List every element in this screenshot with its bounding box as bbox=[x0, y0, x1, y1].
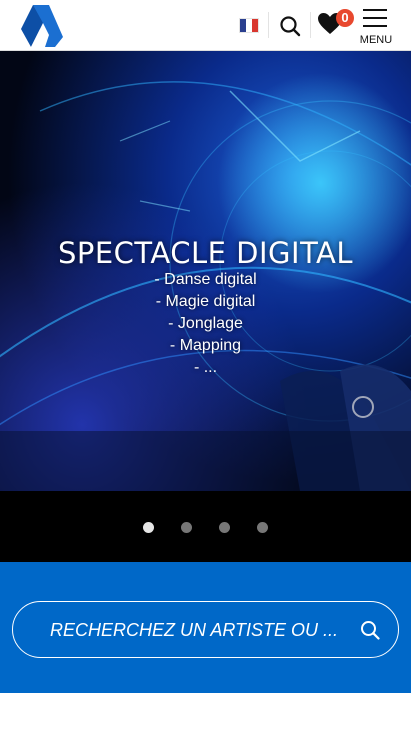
header-divider bbox=[268, 12, 269, 38]
slider-dot-2[interactable] bbox=[181, 522, 192, 533]
header-search-icon[interactable] bbox=[278, 14, 302, 38]
search-section: RECHERCHEZ UN ARTISTE OU ... bbox=[0, 562, 411, 693]
slider-dot-1[interactable] bbox=[143, 522, 154, 533]
hero-line: - Jonglage bbox=[168, 315, 243, 332]
brand-logo-icon[interactable] bbox=[19, 3, 65, 49]
slider-pagination bbox=[0, 522, 411, 534]
menu-bar bbox=[363, 17, 387, 19]
artist-search-input[interactable]: RECHERCHEZ UN ARTISTE OU ... bbox=[12, 601, 399, 658]
slider-dot-4[interactable] bbox=[257, 522, 268, 533]
slider-dot-3[interactable] bbox=[219, 522, 230, 533]
hero-line: - Danse digital bbox=[154, 271, 257, 288]
header-divider bbox=[310, 12, 311, 38]
search-placeholder: RECHERCHEZ UN ARTISTE OU ... bbox=[50, 620, 339, 640]
menu-bar bbox=[363, 9, 387, 11]
hero-line: - ... bbox=[193, 359, 218, 376]
hero-line: - Mapping bbox=[169, 337, 242, 354]
menu-button[interactable]: MENU bbox=[358, 6, 394, 46]
hero-title: SPECTACLE DIGITAL bbox=[57, 236, 354, 270]
site-header: 0 MENU bbox=[0, 0, 411, 51]
hero-slider[interactable]: SPECTACLE DIGITAL - Danse digital - Magi… bbox=[0, 51, 411, 562]
menu-label: MENU bbox=[359, 34, 393, 46]
slide-indicator-ring bbox=[352, 396, 374, 418]
hero-line: - Magie digital bbox=[155, 293, 256, 310]
flag-stripe-red bbox=[252, 19, 258, 32]
search-icon[interactable] bbox=[359, 619, 381, 641]
favorites-count-badge: 0 bbox=[336, 9, 354, 27]
menu-bar bbox=[363, 25, 387, 27]
language-flag-icon[interactable] bbox=[239, 18, 259, 33]
